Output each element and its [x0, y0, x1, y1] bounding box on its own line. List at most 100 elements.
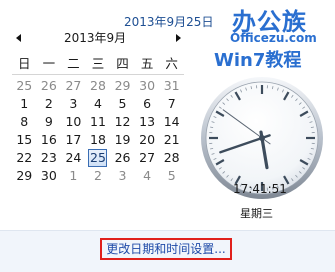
- calendar-day[interactable]: 29: [110, 75, 135, 96]
- calendar-day-number: 7: [167, 96, 176, 111]
- weekday-header-row: 日 一 二 三 四 五 六: [12, 52, 184, 75]
- calendar-week-row: 12 34 5 67: [12, 95, 184, 113]
- calendar-day-number: 26: [40, 78, 57, 93]
- calendar-day-number: 12: [114, 114, 131, 129]
- calendar-day-number: 19: [114, 132, 131, 147]
- calendar-day[interactable]: 8: [12, 113, 37, 131]
- weekday-label: 一: [36, 52, 62, 75]
- calendar-week-row: 8 9 10 11 12 13 14: [12, 113, 184, 131]
- calendar-day-number: 4: [143, 168, 152, 183]
- calendar-week-row: 29 30 1 2 3 4 5: [12, 167, 184, 185]
- calendar-day[interactable]: 28: [159, 149, 184, 167]
- calendar-day[interactable]: 31: [159, 75, 184, 96]
- calendar-day[interactable]: 22: [12, 149, 37, 167]
- calendar-day-number: 9: [44, 114, 53, 129]
- calendar-day-number: 4: [93, 96, 102, 111]
- calendar-day-number: 30: [139, 78, 156, 93]
- calendar-day-number: 16: [40, 132, 57, 147]
- weekday-label: 三: [85, 52, 111, 75]
- weekday-label: 四: [110, 52, 135, 75]
- calendar-day[interactable]: 27: [135, 149, 160, 167]
- calendar-day-number: 13: [139, 114, 156, 129]
- calendar-day[interactable]: 5: [110, 95, 135, 113]
- calendar-day-number: 25: [16, 78, 33, 93]
- calendar-day[interactable]: 9: [37, 113, 62, 131]
- calendar-day[interactable]: 24: [61, 149, 86, 167]
- calendar-day[interactable]: 25: [12, 75, 37, 96]
- calendar-day-number: 28: [163, 150, 180, 165]
- calendar-day[interactable]: 4: [86, 95, 111, 113]
- calendar-day-number: 22: [16, 150, 33, 165]
- calendar-day[interactable]: 4: [135, 167, 160, 185]
- calendar-day-number: 29: [114, 78, 131, 93]
- calendar-day-today[interactable]: 25: [86, 149, 111, 167]
- digital-time: 17:41:51: [233, 182, 287, 196]
- calendar-day[interactable]: 11: [86, 113, 111, 131]
- calendar-day-number: 21: [163, 132, 180, 147]
- calendar-day[interactable]: 13: [135, 113, 160, 131]
- calendar-day-number: 3: [118, 168, 127, 183]
- next-month-button[interactable]: [172, 31, 184, 45]
- calendar-week-row: 22 23 24 25 26 27 28: [12, 149, 184, 167]
- calendar-day[interactable]: 15: [12, 131, 37, 149]
- calendar-day[interactable]: 3: [61, 95, 86, 113]
- calendar-day-number: 1: [20, 96, 29, 111]
- calendar-day-number: 28: [90, 78, 106, 93]
- calendar-day-number: 20: [139, 132, 156, 147]
- calendar-day-number: 25: [88, 149, 108, 167]
- calendar-day[interactable]: 1: [12, 95, 37, 113]
- calendar-day[interactable]: 12: [110, 113, 135, 131]
- calendar-day[interactable]: 30: [135, 75, 160, 96]
- calendar-day[interactable]: 19: [110, 131, 135, 149]
- calendar-day-number: 30: [40, 168, 57, 183]
- calendar-day[interactable]: 10: [61, 113, 86, 131]
- calendar-day-number: 26: [114, 150, 131, 165]
- calendar-day[interactable]: 27: [61, 75, 86, 96]
- month-title-button[interactable]: 2013年9月: [64, 29, 126, 46]
- change-date-time-settings-link[interactable]: 更改日期和时间设置...: [100, 238, 232, 260]
- weekday-text: 星期三: [240, 207, 273, 220]
- calendar-day[interactable]: 17: [61, 131, 86, 149]
- weekday-label: 日: [12, 52, 37, 75]
- calendar-day[interactable]: 20: [135, 131, 160, 149]
- calendar-day-number: 5: [167, 168, 176, 183]
- calendar-day-number: 1: [69, 168, 78, 183]
- calendar-day-number: 27: [65, 78, 82, 93]
- calendar-day-number: 11: [90, 114, 106, 129]
- weekday-label: 二: [61, 52, 86, 75]
- calendar-day[interactable]: 6: [135, 95, 160, 113]
- calendar-day[interactable]: 29: [12, 167, 37, 185]
- calendar-day[interactable]: 5: [159, 167, 184, 185]
- date-time-popup: 2013年9月25日 办公族 Officezu.com Win7教程 2013年…: [0, 0, 335, 272]
- calendar-day-number: 10: [65, 114, 82, 129]
- calendar-day[interactable]: 16: [37, 131, 62, 149]
- weekday-label: 六: [159, 52, 184, 75]
- previous-month-button[interactable]: [14, 31, 26, 45]
- calendar-grid: 日 一 二 三 四 五 六 25 26 27 28 29 30 31 1 2 3 4 5 6 7 8 9 10 1…: [12, 52, 184, 185]
- calendar-week-row: 25 26 27 28 29 30 31: [12, 75, 184, 96]
- calendar-day[interactable]: 2: [37, 95, 62, 113]
- calendar-day-number: 23: [40, 150, 57, 165]
- calendar-day[interactable]: 28: [86, 75, 111, 96]
- calendar-day-number: 29: [16, 168, 33, 183]
- calendar-day-number: 6: [143, 96, 152, 111]
- calendar-day[interactable]: 1: [61, 167, 86, 185]
- calendar-day[interactable]: 3: [110, 167, 135, 185]
- calendar-day[interactable]: 18: [86, 131, 111, 149]
- calendar-day-number: 14: [163, 114, 180, 129]
- calendar-day-number: 18: [90, 132, 106, 147]
- calendar-day[interactable]: 30: [37, 167, 62, 185]
- calendar-week-row: 15 16 17 18 19 20 21: [12, 131, 184, 149]
- calendar-day[interactable]: 14: [159, 113, 184, 131]
- calendar-day[interactable]: 26: [37, 75, 62, 96]
- calendar-day-number: 2: [93, 168, 102, 183]
- calendar-day-number: 31: [163, 78, 180, 93]
- calendar-day-number: 2: [44, 96, 53, 111]
- calendar-day[interactable]: 2: [86, 167, 111, 185]
- calendar-day-number: 15: [16, 132, 33, 147]
- calendar-day[interactable]: 21: [159, 131, 184, 149]
- calendar-day-number: 27: [139, 150, 156, 165]
- calendar-day[interactable]: 26: [110, 149, 135, 167]
- calendar-day[interactable]: 23: [37, 149, 62, 167]
- calendar-day[interactable]: 7: [159, 95, 184, 113]
